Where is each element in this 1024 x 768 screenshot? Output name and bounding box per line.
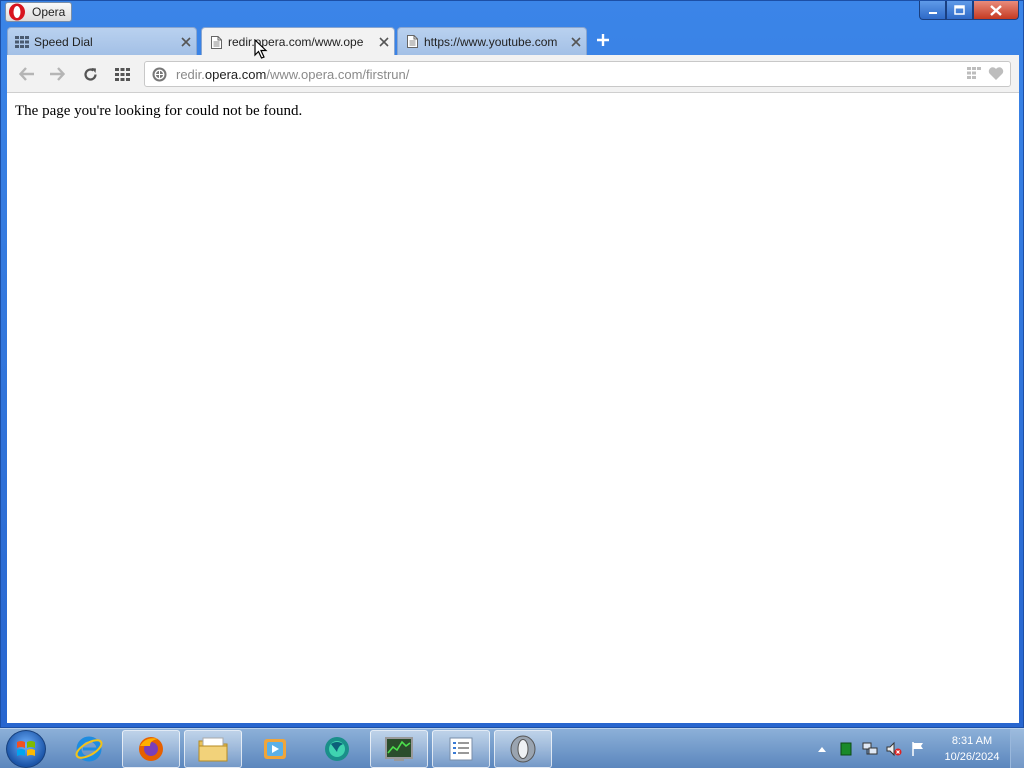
- close-icon: [379, 37, 389, 47]
- taskbar-internet-explorer[interactable]: [60, 730, 118, 768]
- speed-dial-button[interactable]: [111, 63, 133, 85]
- url-path: /www.opera.com/firstrun/: [266, 66, 410, 82]
- browser-icon: [325, 737, 349, 761]
- url-host: opera.com: [204, 66, 267, 82]
- clock[interactable]: 8:31 AM 10/26/2024: [938, 733, 1006, 765]
- tab-title: redir.opera.com/www.ope: [228, 35, 364, 49]
- forward-arrow-icon: [50, 67, 65, 81]
- minimize-button[interactable]: [919, 1, 946, 20]
- page-icon: [405, 35, 419, 49]
- system-tray: 8:31 AM 10/26/2024: [810, 729, 1024, 768]
- site-info-icon[interactable]: [150, 65, 168, 83]
- close-icon: [571, 36, 581, 47]
- speed-dial-icon: [114, 67, 130, 81]
- add-to-speed-dial-icon[interactable]: [967, 66, 982, 86]
- taskbar-firefox[interactable]: [122, 730, 180, 768]
- browser-window: Opera Speed Dial redir.opera.com/www.ope…: [0, 0, 1024, 728]
- tab-close-button[interactable]: [566, 32, 586, 52]
- address-bar[interactable]: redir.opera.com/www.opera.com/firstrun/: [144, 61, 1011, 87]
- close-window-button[interactable]: [973, 1, 1019, 20]
- plus-icon: [597, 34, 609, 46]
- page-icon: [209, 35, 223, 49]
- show-hidden-icons-button[interactable]: [813, 740, 831, 758]
- back-button[interactable]: [16, 63, 38, 85]
- notepad-icon: [449, 737, 473, 761]
- close-icon: [181, 36, 191, 47]
- internet-explorer-icon: [75, 736, 103, 762]
- not-found-message: The page you're looking for could not be…: [15, 103, 303, 119]
- reload-button[interactable]: [79, 63, 101, 85]
- navigation-toolbar: redir.opera.com/www.opera.com/firstrun/: [7, 55, 1019, 93]
- forward-button[interactable]: [46, 63, 68, 85]
- network-icon[interactable]: [861, 740, 879, 758]
- opera-logo-icon: [8, 3, 26, 21]
- chevron-up-icon: [818, 747, 826, 752]
- windows-logo-icon: [17, 741, 35, 756]
- tab-close-button[interactable]: [176, 32, 196, 52]
- stash-heart-icon[interactable]: [988, 66, 1004, 86]
- opera-menu-label: Opera: [32, 5, 66, 19]
- mouse-cursor-icon: [254, 38, 268, 65]
- green-status-icon[interactable]: [837, 740, 855, 758]
- tab-title: Speed Dial: [34, 34, 93, 49]
- tab-strip: Speed Dial redir.opera.com/www.ope https…: [7, 27, 1017, 56]
- speed-dial-icon: [15, 35, 29, 49]
- tab-youtube[interactable]: https://www.youtube.com: [397, 27, 587, 55]
- file-explorer-icon: [198, 737, 228, 762]
- address-text[interactable]: redir.opera.com/www.opera.com/firstrun/: [176, 67, 409, 82]
- clock-time: 8:31 AM: [951, 735, 993, 747]
- new-tab-button[interactable]: [593, 30, 613, 50]
- url-prefix: redir.: [176, 66, 205, 82]
- taskbar: 8:31 AM 10/26/2024: [0, 728, 1024, 768]
- minimize-icon: [928, 12, 937, 14]
- tab-title: https://www.youtube.com: [424, 34, 558, 49]
- title-bar: Opera: [1, 1, 1023, 25]
- show-desktop-button[interactable]: [1010, 729, 1024, 768]
- maximize-icon: [954, 5, 965, 15]
- reload-icon: [83, 67, 97, 81]
- tab-close-button[interactable]: [374, 32, 394, 52]
- taskbar-task-manager[interactable]: [370, 730, 428, 768]
- taskbar-opera[interactable]: [494, 730, 552, 768]
- taskbar-media-player[interactable]: [246, 730, 304, 768]
- action-center-flag-icon[interactable]: [909, 740, 927, 758]
- task-manager-icon: [385, 737, 413, 761]
- close-icon: [990, 4, 1002, 16]
- tab-speed-dial[interactable]: Speed Dial: [7, 27, 197, 55]
- back-arrow-icon: [19, 67, 34, 81]
- volume-muted-icon[interactable]: [885, 740, 903, 758]
- taskbar-browser[interactable]: [308, 730, 366, 768]
- clock-date: 10/26/2024: [944, 751, 1000, 763]
- taskbar-notepad[interactable]: [432, 730, 490, 768]
- taskbar-file-explorer[interactable]: [184, 730, 242, 768]
- media-player-icon: [264, 739, 286, 759]
- start-button[interactable]: [6, 730, 46, 768]
- opera-menu-button[interactable]: Opera: [5, 2, 72, 22]
- firefox-icon: [139, 737, 163, 761]
- maximize-button[interactable]: [946, 1, 973, 20]
- page-content: The page you're looking for could not be…: [7, 93, 1019, 723]
- opera-icon: [510, 735, 536, 763]
- tab-redir-opera[interactable]: redir.opera.com/www.ope: [201, 27, 395, 56]
